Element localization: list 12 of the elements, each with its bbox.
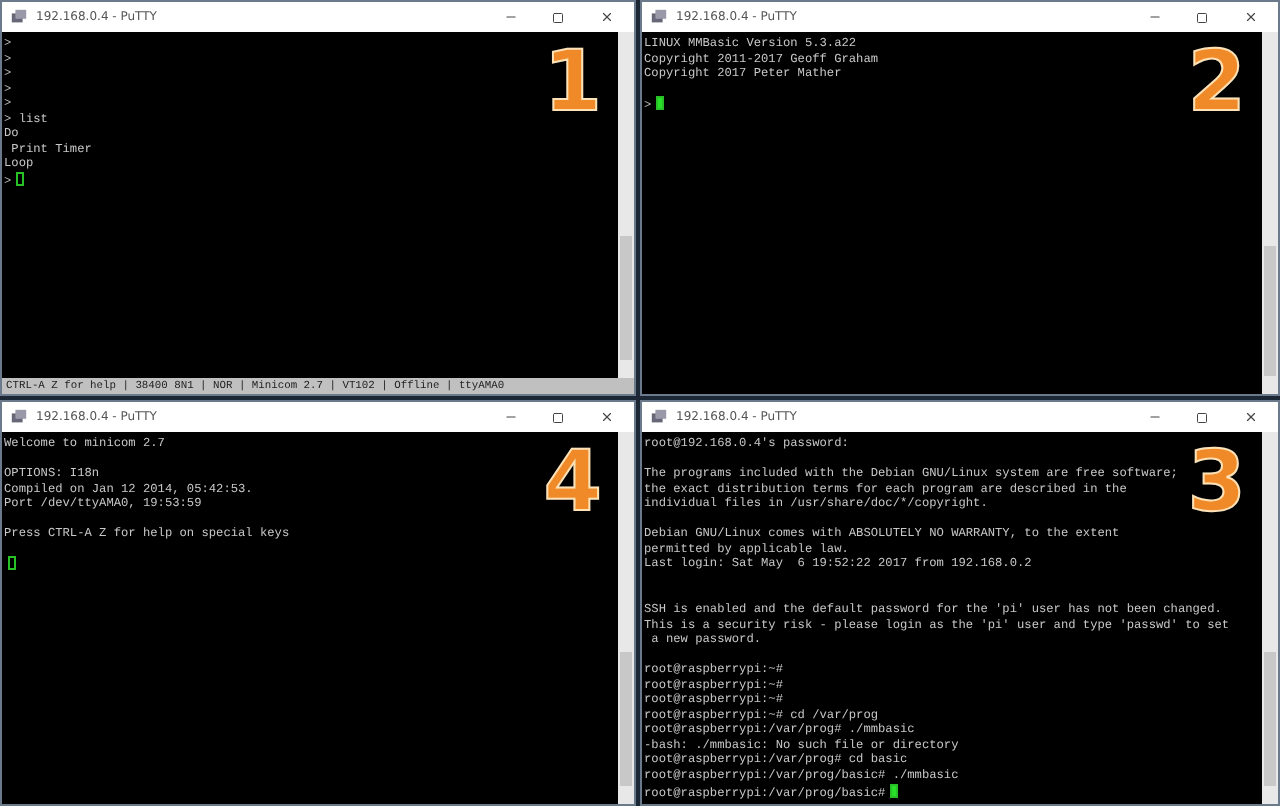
scrollbar[interactable] xyxy=(618,32,634,378)
window-number: 4 xyxy=(543,440,602,524)
scrollbar[interactable] xyxy=(618,432,634,804)
scrollbar[interactable] xyxy=(1262,32,1278,394)
putty-icon xyxy=(10,408,28,426)
window-number: 3 xyxy=(1187,440,1246,524)
scrollbar[interactable] xyxy=(1262,432,1278,804)
putty-icon xyxy=(10,8,28,26)
window-number: 1 xyxy=(543,40,602,124)
putty-icon xyxy=(650,8,668,26)
window-number: 2 xyxy=(1187,40,1246,124)
putty-icon xyxy=(650,408,668,426)
